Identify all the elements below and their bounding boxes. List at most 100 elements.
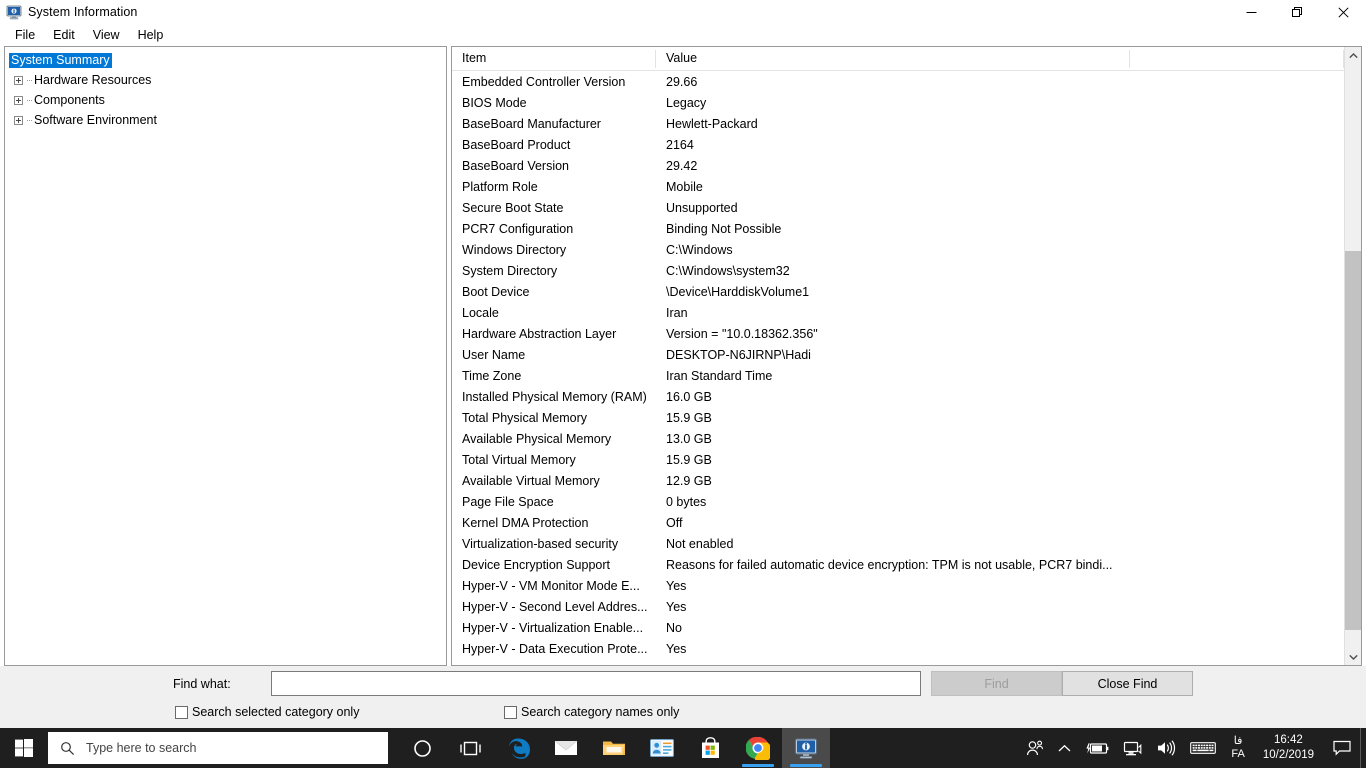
table-row[interactable]: Page File Space 0 bytes — [452, 491, 1344, 512]
people-icon[interactable] — [1019, 728, 1051, 768]
taskbar-edge-button[interactable] — [494, 728, 542, 768]
table-row[interactable]: BaseBoard Manufacturer Hewlett-Packard — [452, 113, 1344, 134]
cell-item: Kernel DMA Protection — [462, 515, 589, 530]
cell-value: Yes — [666, 578, 687, 593]
taskbar-file-explorer-button[interactable] — [590, 728, 638, 768]
cell-item: Installed Physical Memory (RAM) — [462, 389, 647, 404]
taskbar-system-information-button[interactable] — [782, 728, 830, 768]
table-row[interactable]: Available Physical Memory 13.0 GB — [452, 428, 1344, 449]
table-row[interactable]: BaseBoard Product 2164 — [452, 134, 1344, 155]
show-desktop-button[interactable] — [1360, 728, 1366, 768]
cell-value: C:\Windows\system32 — [666, 263, 790, 278]
menu-file[interactable]: File — [6, 26, 44, 44]
table-row[interactable]: Total Virtual Memory 15.9 GB — [452, 449, 1344, 470]
cell-value: Not enabled — [666, 536, 734, 551]
taskbar-contacts-button[interactable] — [638, 728, 686, 768]
keyboard-icon[interactable] — [1183, 728, 1223, 768]
find-input[interactable] — [271, 671, 921, 696]
column-header-blank[interactable] — [1130, 47, 1344, 70]
table-row[interactable]: Hyper-V - Data Execution Prote... Yes — [452, 638, 1344, 659]
table-row[interactable]: PCR7 Configuration Binding Not Possible — [452, 218, 1344, 239]
details-rows: Embedded Controller Version 29.66 BIOS Mod… — [452, 71, 1344, 659]
table-row[interactable]: Hardware Abstraction Layer Version = "10.… — [452, 323, 1344, 344]
search-selected-category-checkbox[interactable]: Search selected category only — [175, 705, 359, 719]
table-row[interactable]: Time Zone Iran Standard Time — [452, 365, 1344, 386]
cell-value: Iran — [666, 305, 688, 320]
table-row[interactable]: Embedded Controller Version 29.66 — [452, 71, 1344, 92]
tree-item-hardware-resources[interactable]: Hardware Resources — [5, 70, 446, 90]
taskbar-task-view-button[interactable] — [446, 728, 494, 768]
table-row[interactable]: Hyper-V - Virtualization Enable... No — [452, 617, 1344, 638]
table-row[interactable]: Virtualization-based security Not enabled — [452, 533, 1344, 554]
table-row[interactable]: Windows Directory C:\Windows — [452, 239, 1344, 260]
cell-item: BaseBoard Version — [462, 158, 570, 173]
category-tree[interactable]: System Summary Hardware Resources Compon… — [4, 46, 447, 666]
table-row[interactable]: Platform Role Mobile — [452, 176, 1344, 197]
minimize-button[interactable] — [1228, 0, 1274, 24]
menu-view[interactable]: View — [84, 26, 129, 44]
table-row[interactable]: Hyper-V - Second Level Addres... Yes — [452, 596, 1344, 617]
vertical-scrollbar[interactable] — [1344, 47, 1361, 665]
table-row[interactable]: BIOS Mode Legacy — [452, 92, 1344, 113]
expand-plus-icon[interactable] — [9, 90, 27, 110]
scrollbar-thumb[interactable] — [1345, 250, 1361, 631]
table-row[interactable]: Boot Device \Device\HarddiskVolume1 — [452, 281, 1344, 302]
taskbar-microsoft-store-button[interactable] — [686, 728, 734, 768]
language-indicator[interactable]: فا FA — [1223, 728, 1252, 768]
network-icon[interactable] — [1116, 728, 1149, 768]
restore-button[interactable] — [1274, 0, 1320, 24]
scrollbar-track[interactable] — [1345, 64, 1361, 648]
cell-value: Unsupported — [666, 200, 738, 215]
table-row[interactable]: Total Physical Memory 15.9 GB — [452, 407, 1344, 428]
close-button[interactable] — [1320, 0, 1366, 24]
table-row[interactable]: Installed Physical Memory (RAM) 16.0 GB — [452, 386, 1344, 407]
action-center-button[interactable] — [1324, 728, 1360, 768]
content-panes: System Summary Hardware Resources Compon… — [0, 46, 1366, 666]
column-header-value[interactable]: Value — [656, 47, 1130, 70]
folder-icon — [603, 741, 625, 755]
search-category-names-checkbox[interactable]: Search category names only — [504, 705, 679, 719]
table-row[interactable]: Secure Boot State Unsupported — [452, 197, 1344, 218]
taskbar-mail-button[interactable] — [542, 728, 590, 768]
battery-charging-icon[interactable] — [1078, 728, 1116, 768]
tree-item-components[interactable]: Components — [5, 90, 446, 110]
tree-item-label: System Summary — [9, 52, 112, 68]
start-button[interactable] — [0, 728, 48, 768]
window-controls — [1228, 0, 1366, 24]
cell-value: 13.0 GB — [666, 431, 712, 446]
tray-overflow-button[interactable] — [1051, 728, 1078, 768]
table-row[interactable]: System Directory C:\Windows\system32 — [452, 260, 1344, 281]
tree-item-label: Hardware Resources — [34, 72, 152, 87]
taskbar-chrome-button[interactable] — [734, 728, 782, 768]
table-row[interactable]: Available Virtual Memory 12.9 GB — [452, 470, 1344, 491]
clock[interactable]: 16:42 10/2/2019 — [1253, 728, 1324, 768]
cell-item: Device Encryption Support — [462, 557, 610, 572]
expand-plus-icon[interactable] — [9, 70, 27, 90]
table-row[interactable]: User Name DESKTOP-N6JIRNP\Hadi — [452, 344, 1344, 365]
column-header-item[interactable]: Item — [452, 47, 656, 70]
menu-bar: File Edit View Help — [0, 24, 1366, 46]
search-placeholder-text: Type here to search — [86, 741, 197, 755]
scroll-down-button[interactable] — [1345, 648, 1361, 665]
table-row[interactable]: Device Encryption Support Reasons for fai… — [452, 554, 1344, 575]
find-button[interactable]: Find — [931, 671, 1062, 696]
checkbox-box[interactable] — [175, 705, 188, 719]
menu-edit[interactable]: Edit — [44, 26, 84, 44]
tree-item-software-environment[interactable]: Software Environment — [5, 110, 446, 130]
taskbar-cortana-button[interactable] — [398, 728, 446, 768]
find-what-label: Find what: — [173, 677, 231, 691]
cell-item: Total Virtual Memory — [462, 452, 576, 467]
taskbar-search-box[interactable]: Type here to search — [48, 732, 388, 764]
table-row[interactable]: Locale Iran — [452, 302, 1344, 323]
tree-item-system-summary[interactable]: System Summary — [5, 50, 446, 70]
table-row[interactable]: BaseBoard Version 29.42 — [452, 155, 1344, 176]
volume-icon[interactable] — [1149, 728, 1183, 768]
details-list[interactable]: Item Value Embedded Controller Version 29… — [452, 47, 1344, 665]
table-row[interactable]: Hyper-V - VM Monitor Mode E... Yes — [452, 575, 1344, 596]
checkbox-box[interactable] — [504, 705, 517, 719]
close-find-button[interactable]: Close Find — [1062, 671, 1193, 696]
expand-plus-icon[interactable] — [9, 110, 27, 130]
menu-help[interactable]: Help — [129, 26, 173, 44]
table-row[interactable]: Kernel DMA Protection Off — [452, 512, 1344, 533]
scroll-up-button[interactable] — [1345, 47, 1361, 64]
